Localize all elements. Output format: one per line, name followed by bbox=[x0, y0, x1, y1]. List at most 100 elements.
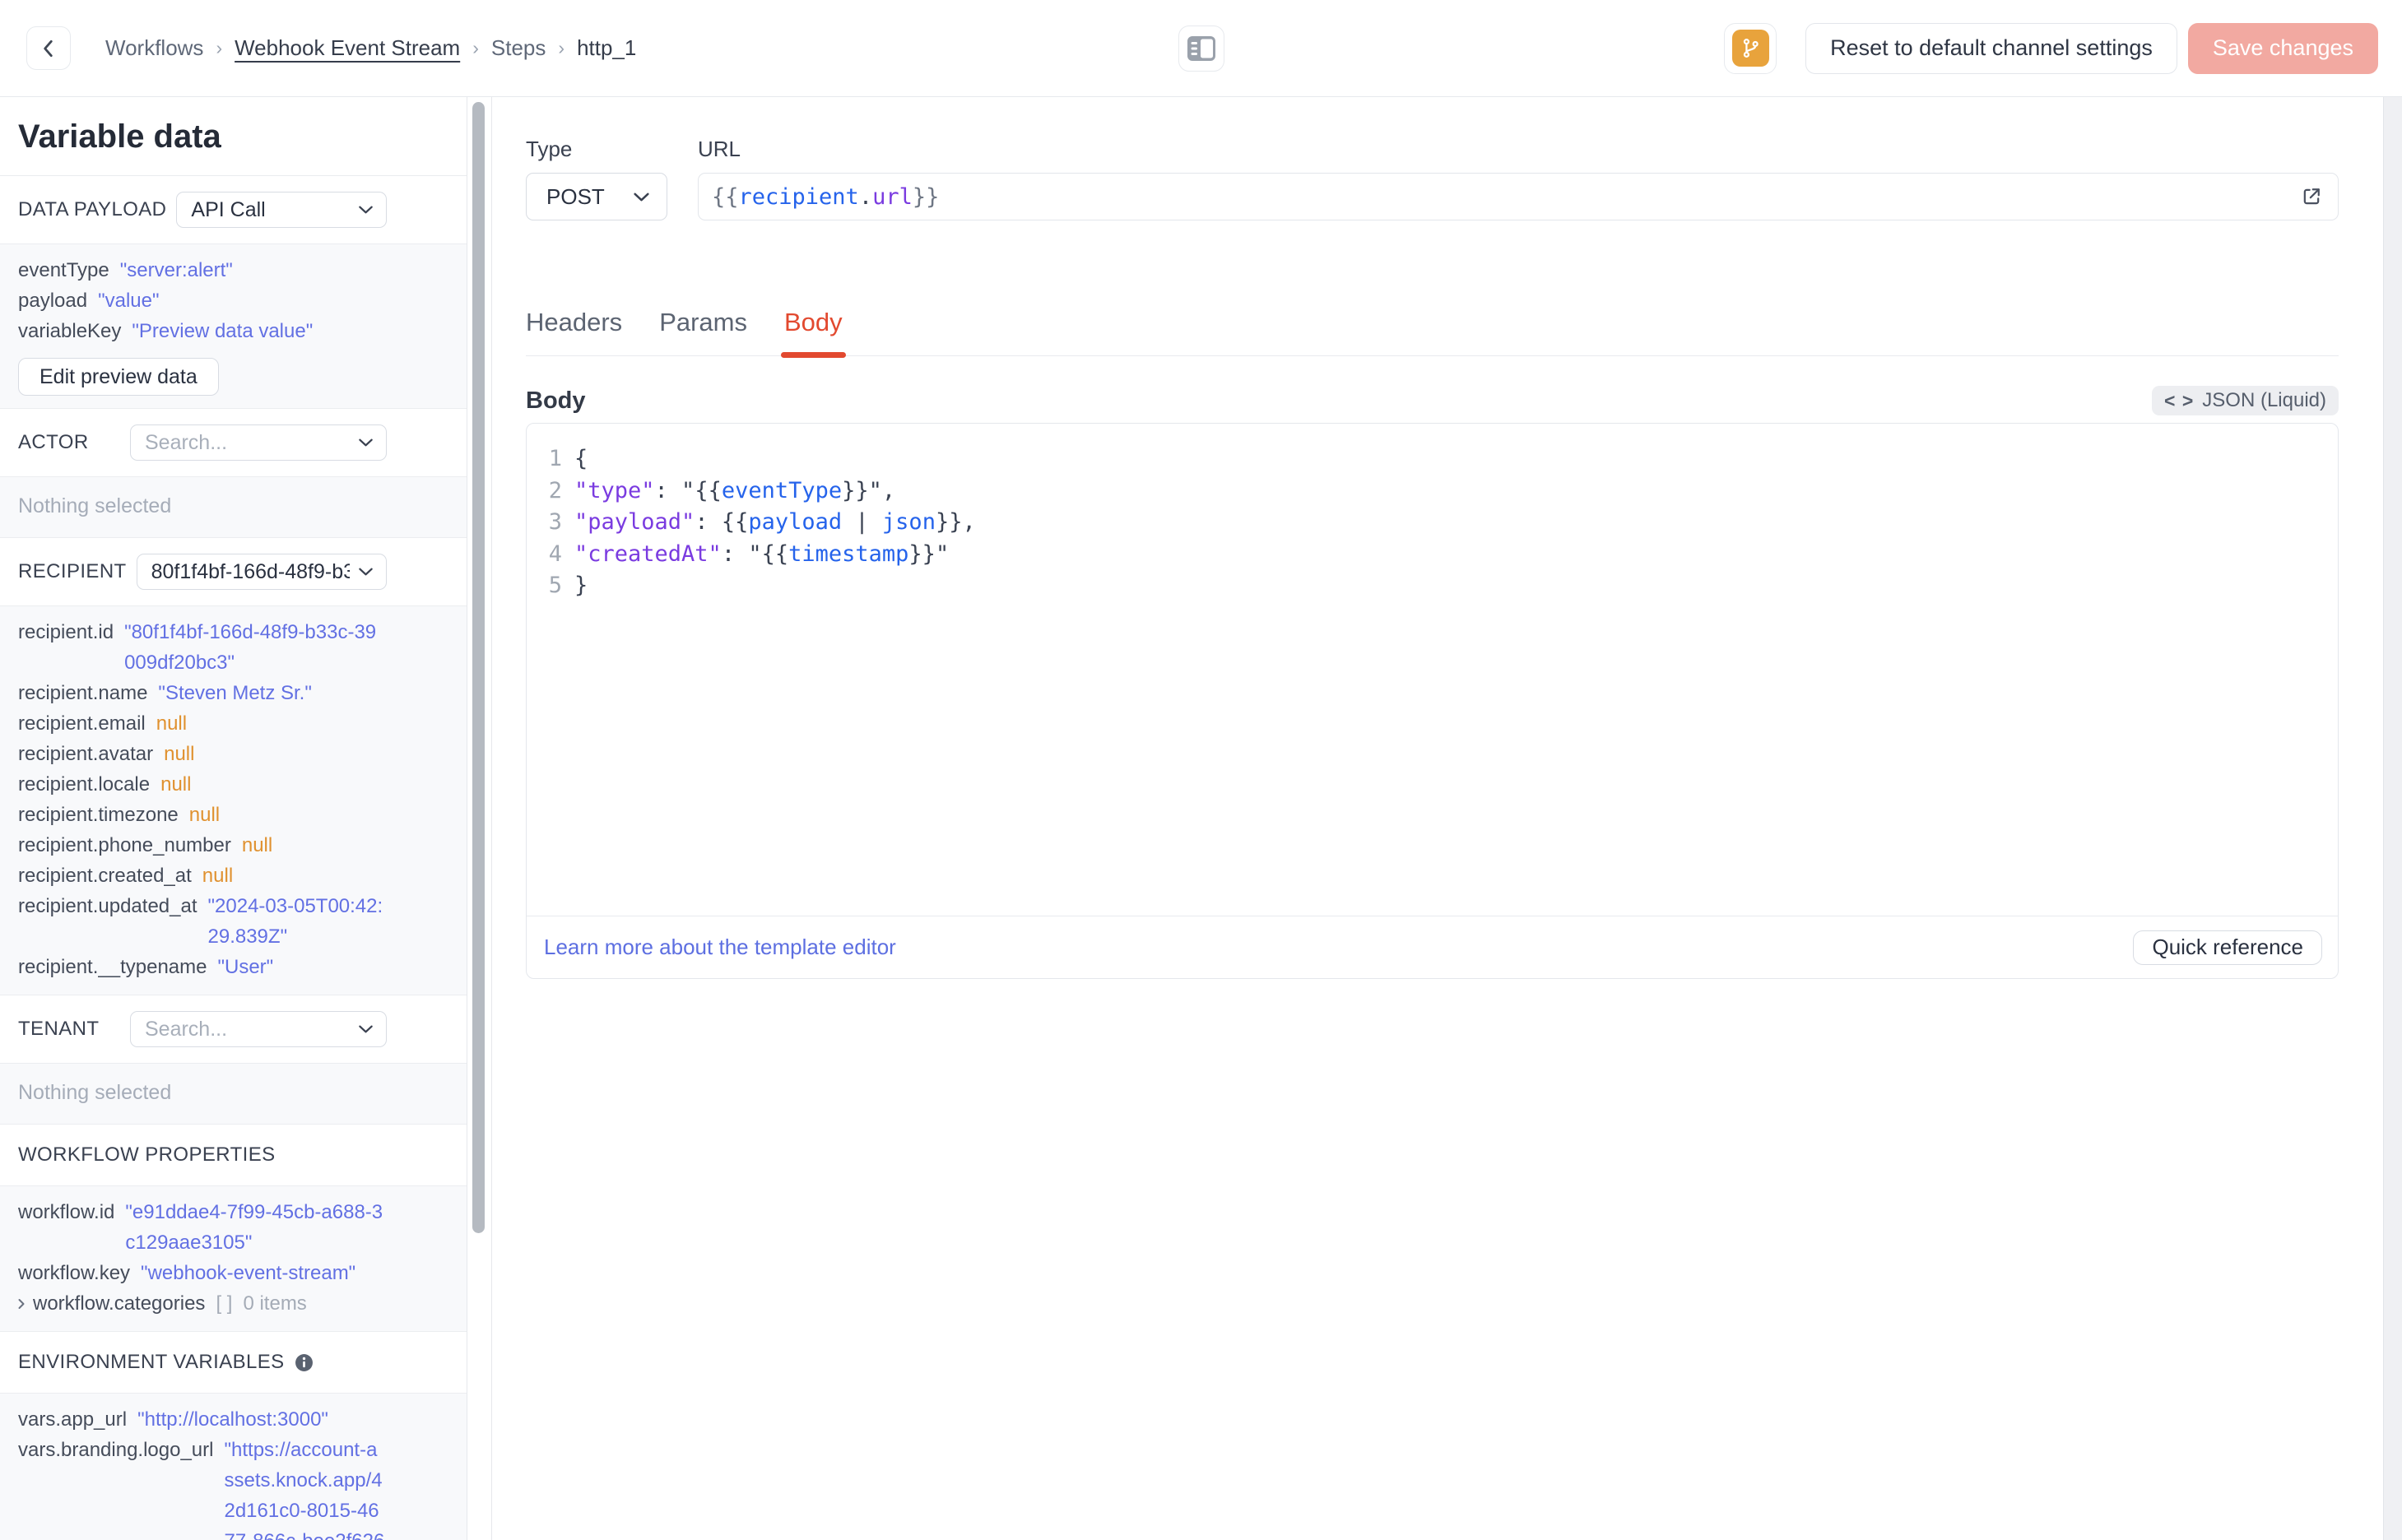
code-line: 5} bbox=[527, 570, 2338, 602]
tab-bar: Headers Params Body bbox=[526, 308, 2339, 358]
body-editor-panel: 1 {2 "type": "{{eventType}}", 3 "payload": {… bbox=[526, 423, 2339, 979]
panel-title: Variable data bbox=[0, 97, 467, 176]
variable-row-workflow-categories: workflow.categories [ ] 0 items bbox=[18, 1288, 387, 1319]
breadcrumb-item-workflows[interactable]: Workflows bbox=[105, 35, 203, 61]
method-select[interactable]: POST bbox=[526, 173, 667, 220]
sidebar-section-header-environment-variables: ENVIRONMENT VARIABLES bbox=[0, 1332, 467, 1393]
variable-label: vars.branding.logo_url bbox=[18, 1439, 214, 1461]
code-line: 3 "payload": {{payload | json}}, bbox=[527, 507, 2338, 539]
tab-body[interactable]: Body bbox=[781, 308, 846, 358]
code-token: timestamp bbox=[788, 540, 909, 567]
empty-selection-notice: Nothing selected bbox=[0, 476, 467, 538]
save-changes-button[interactable]: Save changes bbox=[2187, 22, 2378, 74]
template-editor-docs-link[interactable]: Learn more about the template editor bbox=[544, 935, 896, 960]
breadcrumb: Workflows › Webhook Event Stream › Steps › htt… bbox=[105, 35, 636, 61]
code-text: { bbox=[574, 443, 588, 475]
variable-label: recipient.name bbox=[18, 682, 148, 704]
back-button[interactable] bbox=[26, 26, 71, 70]
variable-value: "value" bbox=[98, 290, 160, 312]
variable-label: recipient.id bbox=[18, 621, 114, 643]
variable-value: null bbox=[164, 743, 195, 765]
variable-row-recipient-email: recipient.email null bbox=[18, 708, 387, 739]
data-payload-select[interactable]: API Call bbox=[176, 192, 387, 228]
tab-params[interactable]: Params bbox=[659, 308, 747, 355]
code-token: payload bbox=[748, 509, 843, 535]
url-token: {{ bbox=[712, 183, 739, 210]
page-scrollbar-track[interactable] bbox=[2383, 97, 2402, 1540]
empty-selection-notice: Nothing selected bbox=[0, 1063, 467, 1125]
variable-value: null bbox=[160, 773, 192, 796]
commit-button[interactable] bbox=[1724, 22, 1777, 74]
variable-row-recipient-phone-number: recipient.phone_number null bbox=[18, 830, 387, 860]
variable-row-workflow-key: workflow.key "webhook-event-stream" bbox=[18, 1258, 387, 1288]
variable-value: "80f1f4bf-166d-48f9-b33c-39009df20bc3" bbox=[124, 621, 377, 674]
variable-count: 0 items bbox=[243, 1292, 307, 1315]
section-label-recipient: RECIPIENT bbox=[18, 560, 127, 582]
code-token: } bbox=[574, 573, 588, 598]
section-label-workflow-properties: WORKFLOW PROPERTIES bbox=[18, 1143, 276, 1166]
reset-channel-settings-button[interactable]: Reset to default channel settings bbox=[1805, 22, 2177, 74]
variable-label: workflow.id bbox=[18, 1201, 115, 1223]
variable-label: recipient.created_at bbox=[18, 865, 192, 887]
code-token: "payload" bbox=[574, 509, 695, 535]
git-branch-icon bbox=[1731, 30, 1769, 67]
variable-row-recipient-created-at: recipient.created_at null bbox=[18, 860, 387, 891]
edit-preview-data-button[interactable]: Edit preview data bbox=[18, 358, 219, 396]
variable-row-eventtype: eventType "server:alert" bbox=[18, 255, 387, 285]
sidebar-scrollbar-thumb[interactable] bbox=[472, 102, 485, 1233]
breadcrumb-item-webhook-event-stream[interactable]: Webhook Event Stream bbox=[235, 35, 460, 61]
variable-value: [ ] bbox=[216, 1292, 233, 1315]
sidebar-scroll-gutter bbox=[468, 97, 491, 1540]
tenant-search-input[interactable]: Search... bbox=[130, 1011, 387, 1047]
url-token: . bbox=[858, 183, 873, 210]
line-number: 4 bbox=[548, 540, 562, 567]
breadcrumb-separator: › bbox=[216, 37, 223, 58]
code-token: : " bbox=[654, 477, 695, 503]
search-placeholder: Search... bbox=[145, 430, 228, 454]
tab-headers[interactable]: Headers bbox=[526, 308, 622, 355]
chevron-down-icon bbox=[358, 1024, 374, 1034]
step-editor-main: Type POST URL {{recipient.url}} Headers … bbox=[491, 97, 2383, 1540]
variable-data-block: recipient.id "80f1f4bf-166d-48f9-b33c-390… bbox=[0, 605, 467, 995]
info-icon[interactable] bbox=[295, 1353, 314, 1372]
variable-label: recipient.timezone bbox=[18, 804, 179, 826]
breadcrumb-item-steps[interactable]: Steps bbox=[491, 35, 546, 61]
variable-value: null bbox=[202, 865, 234, 887]
variable-row-workflow-id: workflow.id "e91ddae4-7f99-45cb-a688-3c12… bbox=[18, 1197, 387, 1258]
variable-row-recipient-name: recipient.name "Steven Metz Sr." bbox=[18, 678, 387, 708]
variable-value: "e91ddae4-7f99-45cb-a688-3c129aae3105" bbox=[125, 1201, 383, 1254]
url-input[interactable]: {{recipient.url}} bbox=[698, 173, 2339, 220]
editor-footer: Learn more about the template editor Qui… bbox=[527, 916, 2338, 978]
code-token: {{ bbox=[721, 509, 749, 535]
variable-value: null bbox=[156, 712, 188, 735]
variable-value: "Steven Metz Sr." bbox=[158, 682, 312, 704]
variable-value: null bbox=[241, 834, 273, 856]
chevron-right-icon[interactable] bbox=[15, 1288, 28, 1319]
variable-label: vars.app_url bbox=[18, 1408, 128, 1431]
code-editor[interactable]: 1 {2 "type": "{{eventType}}", 3 "payload": {… bbox=[527, 424, 2338, 916]
variable-row-vars-app-url: vars.app_url "http://localhost:3000" bbox=[18, 1404, 387, 1435]
code-text: } bbox=[574, 570, 588, 602]
type-label: Type bbox=[526, 137, 573, 161]
code-token: , bbox=[962, 509, 976, 535]
panel-toggle-button[interactable] bbox=[1178, 26, 1224, 72]
line-number: 1 bbox=[548, 446, 562, 471]
variable-row-vars-branding-logo-url: vars.branding.logo_url "https://account-a… bbox=[18, 1435, 387, 1540]
section-label-tenant: TENANT bbox=[18, 1018, 100, 1040]
code-token: "type" bbox=[574, 477, 655, 503]
chevron-down-icon bbox=[358, 567, 374, 577]
quick-reference-button[interactable]: Quick reference bbox=[2133, 930, 2322, 965]
code-token: json bbox=[881, 509, 936, 535]
actor-search-input[interactable]: Search... bbox=[130, 424, 387, 461]
topbar-actions: Reset to default channel settings Save c… bbox=[1724, 22, 2378, 74]
variable-label: recipient.updated_at bbox=[18, 895, 197, 917]
variable-label: recipient.phone_number bbox=[18, 834, 231, 856]
external-link-icon[interactable] bbox=[2300, 185, 2323, 208]
code-token: ", bbox=[868, 477, 896, 503]
sidebar-layout-icon bbox=[1187, 35, 1216, 62]
code-icon: < > bbox=[2164, 389, 2195, 411]
variable-label: recipient.__typename bbox=[18, 956, 207, 978]
recipient-select[interactable]: 80f1f4bf-166d-48f9-b33c bbox=[136, 554, 387, 590]
variable-label: workflow.categories bbox=[33, 1292, 206, 1315]
code-line: 2 "type": "{{eventType}}", bbox=[527, 475, 2338, 508]
